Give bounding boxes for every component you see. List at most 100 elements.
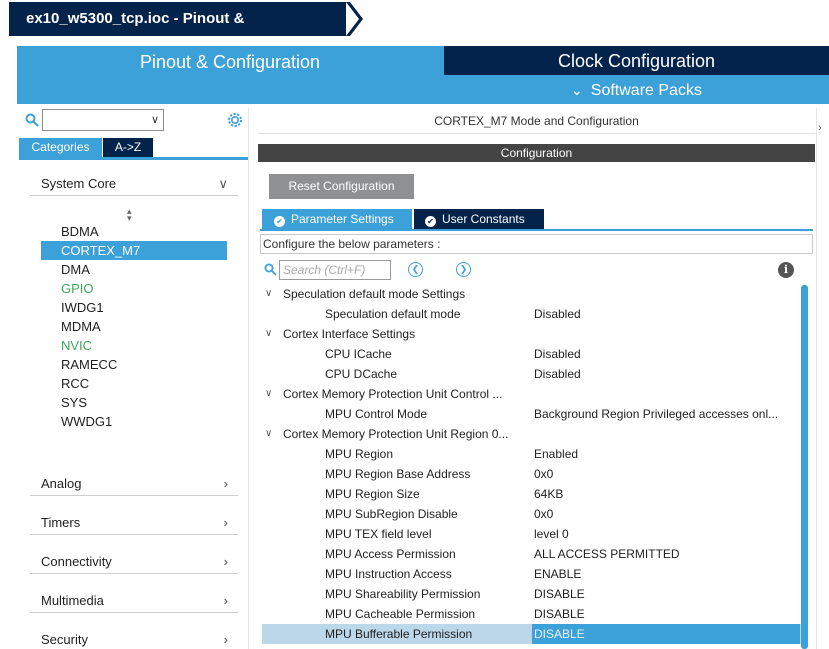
parameter-row[interactable]: MPU TEX field level level 0 (262, 524, 801, 544)
category-security[interactable]: Security › (30, 628, 238, 649)
parameter-group-row[interactable]: ∨ Cortex Memory Protection Unit Control .… (262, 384, 801, 404)
ip-item-rcc[interactable]: RCC (41, 374, 227, 393)
ip-item-cortex-m7[interactable]: CORTEX_M7 (41, 241, 227, 260)
parameter-group-label: Cortex Memory Protection Unit Region 0..… (283, 427, 509, 441)
parameter-value[interactable]: Disabled (534, 304, 802, 324)
parameter-group-row[interactable]: ∨ Speculation default mode Settings (262, 284, 801, 304)
categories-panel: ∨ Categories A->Z System Core ∨ ▴ ▾ BDMA … (17, 108, 249, 649)
panel-scrollbar[interactable]: › (816, 108, 829, 649)
parameter-row[interactable]: MPU Control Mode Background Region Privil… (262, 404, 801, 424)
parameter-value[interactable]: DISABLE (534, 604, 802, 624)
parameter-row[interactable]: MPU Region Size 64KB (262, 484, 801, 504)
chevron-right-icon: › (223, 476, 228, 491)
info-icon[interactable]: i (778, 262, 794, 278)
ip-item-mdma[interactable]: MDMA (41, 317, 227, 336)
chevron-right-icon: › (223, 515, 228, 530)
parameter-row[interactable]: MPU SubRegion Disable 0x0 (262, 504, 801, 524)
parameter-value[interactable]: Background Region Privileged accesses on… (534, 404, 802, 424)
breadcrumb-bar: ex10_w5300_tcp.ioc - Pinout & Configurat… (0, 0, 829, 61)
search-icon[interactable] (264, 263, 277, 276)
ip-item-wwdg1[interactable]: WWDG1 (41, 412, 227, 431)
parameter-value[interactable]: 0x0 (534, 464, 802, 484)
parameter-group-row[interactable]: ∨ Cortex Memory Protection Unit Region 0.… (262, 424, 801, 444)
ip-item-iwdg1[interactable]: IWDG1 (41, 298, 227, 317)
tab-user-constants[interactable]: ✔ User Constants (414, 209, 544, 229)
ip-item-ramecc[interactable]: RAMECC (41, 355, 227, 374)
chevron-right-icon: › (223, 554, 228, 569)
tab-label: Parameter Settings (291, 212, 394, 226)
tab-categories[interactable]: Categories (19, 138, 102, 157)
search-icon[interactable] (25, 113, 39, 127)
parameter-value[interactable]: DISABLE (532, 624, 800, 644)
software-packs-menu[interactable]: ⌄ Software Packs (444, 76, 829, 104)
parameter-row[interactable]: Speculation default mode Disabled (262, 304, 801, 324)
breadcrumb-project[interactable]: ex10_w5300_tcp.ioc - Pinout & Configurat… (9, 2, 346, 61)
parameter-value[interactable]: Disabled (534, 344, 802, 364)
parameter-name: CPU DCache (325, 367, 398, 381)
category-timers[interactable]: Timers › (30, 511, 238, 535)
parameter-name: MPU SubRegion Disable (325, 507, 458, 521)
parameter-row[interactable]: MPU Bufferable Permission DISABLE (262, 624, 801, 644)
category-label: System Core (41, 176, 117, 191)
check-circle-icon: ✔ (425, 216, 436, 227)
ip-item-dma[interactable]: DMA (41, 260, 227, 279)
category-connectivity[interactable]: Connectivity › (30, 550, 238, 574)
sort-icon[interactable]: ▴ ▾ (127, 207, 132, 223)
main-tabs: Pinout & Configuration Clock Configurati… (17, 46, 829, 104)
parameter-scrollbar[interactable] (801, 285, 808, 649)
chevron-down-icon[interactable]: ∨ (265, 284, 272, 304)
parameter-row[interactable]: CPU DCache Disabled (262, 364, 801, 384)
category-system-core[interactable]: System Core ∨ (30, 172, 238, 196)
parameter-value[interactable]: Enabled (534, 444, 802, 464)
next-match-icon[interactable]: ❯ (456, 262, 471, 277)
tab-underline (260, 229, 813, 231)
tab-parameter-settings[interactable]: ✔ Parameter Settings (262, 209, 412, 229)
parameter-group-label: Cortex Interface Settings (283, 327, 416, 341)
parameter-value[interactable]: level 0 (534, 524, 802, 544)
parameter-row[interactable]: MPU Cacheable Permission DISABLE (262, 604, 801, 624)
gear-icon[interactable] (226, 111, 244, 129)
tab-clock-configuration[interactable]: Clock Configuration (444, 46, 829, 75)
tab-a-to-z[interactable]: A->Z (103, 138, 153, 157)
reset-configuration-button[interactable]: Reset Configuration (269, 174, 414, 199)
chevron-down-icon[interactable]: ∨ (265, 384, 272, 404)
parameter-value[interactable]: DISABLE (534, 584, 802, 604)
tab-underline (19, 157, 248, 160)
parameter-value[interactable]: Disabled (534, 364, 802, 384)
ip-item-bdma[interactable]: BDMA (41, 222, 227, 241)
chevron-right-icon: › (818, 122, 822, 134)
parameter-value[interactable]: ALL ACCESS PERMITTED (534, 544, 802, 564)
parameter-row[interactable]: MPU Region Enabled (262, 444, 801, 464)
parameter-row[interactable]: MPU Shareability Permission DISABLE (262, 584, 801, 604)
category-multimedia[interactable]: Multimedia › (30, 589, 238, 613)
previous-match-icon[interactable]: ❮ (408, 262, 423, 277)
parameter-group-row[interactable]: ∨ Cortex Interface Settings (262, 324, 801, 344)
ip-item-gpio[interactable]: GPIO (41, 279, 227, 298)
parameter-name: MPU Cacheable Permission (325, 607, 476, 621)
parameter-name: MPU Shareability Permission (325, 587, 481, 601)
tab-pinout-configuration[interactable]: Pinout & Configuration (17, 46, 443, 104)
parameter-group-label: Speculation default mode Settings (283, 287, 466, 301)
category-label: Connectivity (41, 554, 112, 569)
parameter-name: MPU Region Base Address (325, 467, 471, 481)
ip-item-sys[interactable]: SYS (41, 393, 227, 412)
category-analog[interactable]: Analog › (30, 472, 238, 496)
parameter-row[interactable]: MPU Region Base Address 0x0 (262, 464, 801, 484)
parameter-name: MPU Bufferable Permission (325, 627, 473, 641)
parameter-value[interactable]: 0x0 (534, 504, 802, 524)
parameter-search-input[interactable]: Search (Ctrl+F) (279, 260, 391, 280)
parameter-name: MPU TEX field level (325, 527, 432, 541)
ip-item-nvic[interactable]: NVIC (41, 336, 227, 355)
parameter-row[interactable]: CPU ICache Disabled (262, 344, 801, 364)
parameter-row[interactable]: MPU Instruction Access ENABLE (262, 564, 801, 584)
software-packs-label: Software Packs (590, 82, 702, 99)
parameter-value[interactable]: 64KB (534, 484, 802, 504)
chevron-down-icon[interactable]: ∨ (265, 424, 272, 444)
chevron-right-icon: › (223, 632, 228, 647)
parameter-name: MPU Access Permission (325, 547, 456, 561)
parameter-value[interactable]: ENABLE (534, 564, 802, 584)
parameter-name: MPU Control Mode (325, 407, 428, 421)
parameter-row[interactable]: MPU Access Permission ALL ACCESS PERMITTE… (262, 544, 801, 564)
chevron-down-icon[interactable]: ∨ (265, 324, 272, 344)
category-search-combo[interactable]: ∨ (42, 109, 164, 131)
